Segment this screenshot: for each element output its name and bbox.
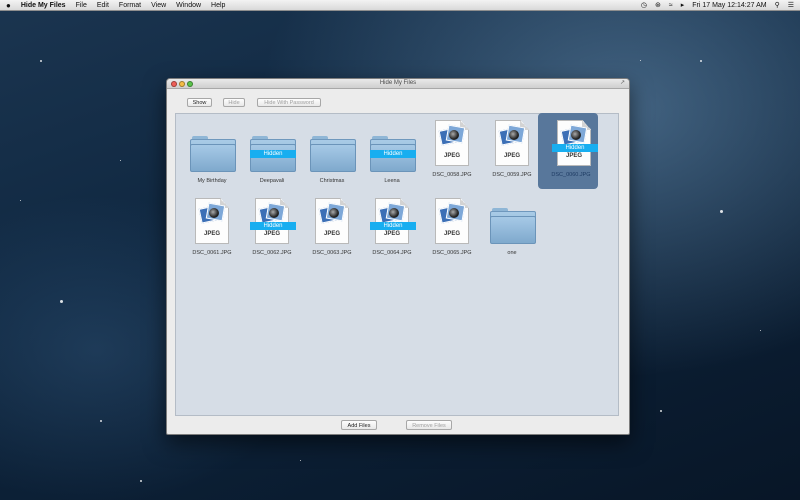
time-machine-icon[interactable]: ◷ <box>641 0 647 11</box>
file-label: DSC_0060.JPG <box>551 172 591 178</box>
file-label: one <box>507 250 517 256</box>
bottom-bar: Add Files Remove Files <box>167 418 629 434</box>
file-label: Leena <box>384 178 400 184</box>
volume-icon[interactable]: ▸ <box>681 0 685 11</box>
jpeg-file-icon: Hidden JPEG <box>551 120 598 166</box>
jpeg-badge: JPEG <box>323 231 340 237</box>
jpeg-badge: JPEG <box>203 231 220 237</box>
hidden-badge: Hidden <box>552 144 598 152</box>
hide-with-password-button[interactable]: Hide With Password <box>257 98 321 107</box>
toolbar: Show Hide Hide With Password <box>167 89 629 113</box>
menu-view[interactable]: View <box>151 0 166 11</box>
menu-bar: ● Hide My Files File Edit Format View Wi… <box>0 0 800 11</box>
menu-app-name[interactable]: Hide My Files <box>21 0 66 11</box>
menu-window[interactable]: Window <box>176 0 201 11</box>
jpeg-file-icon: JPEG <box>309 198 355 244</box>
folder-icon <box>309 126 356 172</box>
file-item[interactable]: JPEG DSC_0061.JPG <box>182 198 242 270</box>
menu-format[interactable]: Format <box>119 0 141 11</box>
zoom-button[interactable] <box>187 80 193 87</box>
close-button[interactable] <box>171 80 177 87</box>
jpeg-badge: JPEG <box>565 153 582 159</box>
file-item[interactable]: Hidden JPEG DSC_0064.JPG <box>362 198 422 270</box>
file-item[interactable]: Hidden Leena <box>362 126 422 198</box>
file-item[interactable]: Christmas <box>302 126 362 198</box>
hidden-badge: Hidden <box>370 150 416 158</box>
jpeg-badge: JPEG <box>263 231 280 237</box>
hidden-badge: Hidden <box>250 150 296 158</box>
file-grid[interactable]: My Birthday Hidden Deepavali Christmas H… <box>175 113 619 416</box>
jpeg-badge: JPEG <box>383 231 400 237</box>
list-icon[interactable]: ☰ <box>788 0 794 11</box>
clock[interactable]: Fri 17 May 12:14:27 AM <box>692 0 766 11</box>
minimize-button[interactable] <box>179 80 185 87</box>
folder-icon: Hidden <box>249 126 296 172</box>
search-icon[interactable]: ⚲ <box>775 0 780 11</box>
jpeg-badge: JPEG <box>443 153 460 159</box>
wifi-icon[interactable]: ≈ <box>669 0 673 11</box>
jpeg-file-icon: JPEG <box>429 120 475 166</box>
file-item[interactable]: JPEG DSC_0065.JPG <box>422 198 482 270</box>
window-titlebar[interactable]: Hide My Files ↗ <box>167 79 629 89</box>
add-files-button[interactable]: Add Files <box>341 420 377 430</box>
folder-icon <box>489 198 536 244</box>
jpeg-file-icon: JPEG <box>189 198 235 244</box>
jpeg-file-icon: JPEG <box>489 120 535 166</box>
show-button[interactable]: Show <box>187 98 212 107</box>
jpeg-file-icon: JPEG <box>429 198 475 244</box>
menu-file[interactable]: File <box>76 0 87 11</box>
file-item-selected[interactable]: Hidden JPEG DSC_0060.JPG <box>538 113 604 192</box>
file-item[interactable]: JPEG DSC_0059.JPG <box>482 120 542 192</box>
file-item[interactable]: JPEG DSC_0058.JPG <box>422 120 482 192</box>
remove-files-button[interactable]: Remove Files <box>406 420 452 430</box>
jpeg-badge: JPEG <box>503 153 520 159</box>
jpeg-file-icon: Hidden JPEG <box>249 198 296 244</box>
file-item[interactable]: one <box>482 198 542 270</box>
file-item[interactable]: JPEG DSC_0063.JPG <box>302 198 362 270</box>
file-item[interactable]: Hidden JPEG DSC_0062.JPG <box>242 198 302 270</box>
folder-icon <box>189 126 236 172</box>
window-title: Hide My Files <box>379 80 417 86</box>
jpeg-badge: JPEG <box>443 231 460 237</box>
file-item[interactable]: My Birthday <box>182 126 242 198</box>
apple-icon[interactable]: ● <box>6 0 11 11</box>
folder-icon: Hidden <box>369 126 416 172</box>
menu-help[interactable]: Help <box>211 0 225 11</box>
hidden-badge: Hidden <box>370 222 416 230</box>
hide-my-files-window: Hide My Files ↗ Show Hide Hide With Pass… <box>166 78 630 435</box>
hidden-badge: Hidden <box>250 222 296 230</box>
menu-edit[interactable]: Edit <box>97 0 109 11</box>
file-item[interactable]: Hidden Deepavali <box>242 126 302 198</box>
hide-button[interactable]: Hide <box>223 98 245 107</box>
bluetooth-icon[interactable]: ⊛ <box>655 0 661 11</box>
jpeg-file-icon: Hidden JPEG <box>369 198 416 244</box>
fullscreen-icon[interactable]: ↗ <box>620 79 625 88</box>
